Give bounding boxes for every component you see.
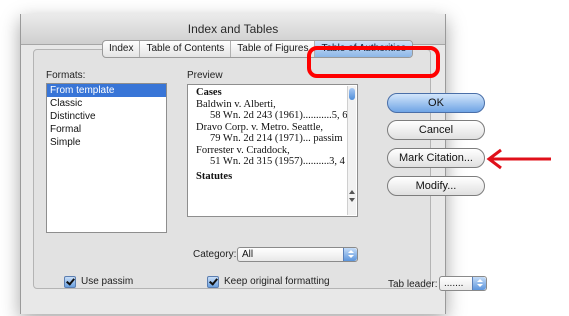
formats-list[interactable]: From template Classic Distinctive Formal…	[46, 83, 167, 233]
pointer-arrow-icon	[486, 148, 551, 170]
category-select[interactable]: All	[237, 247, 358, 262]
tab-leader-label: Tab leader:	[388, 279, 438, 290]
format-item-formal[interactable]: Formal	[47, 123, 166, 136]
highlight-annotation-box	[307, 46, 440, 78]
tab-leader-select[interactable]: .......	[439, 276, 487, 291]
use-passim-label: Use passim	[81, 276, 134, 287]
preview-case-name: Dravo Corp. v. Metro. Seattle,	[196, 121, 324, 133]
preview-citation: 79 Wn. 2d 214 (1971)... passim	[210, 133, 343, 144]
scroll-up-arrow-icon[interactable]	[349, 190, 355, 194]
category-label: Category:	[193, 249, 237, 260]
modify-button[interactable]: Modify...	[387, 176, 485, 196]
preview-heading-statutes: Statutes	[196, 170, 233, 182]
format-item-from-template[interactable]: From template	[47, 84, 166, 97]
preview-heading-cases: Cases	[196, 87, 222, 98]
tab-table-of-contents[interactable]: Table of Contents	[140, 41, 232, 57]
mark-citation-button[interactable]: Mark Citation...	[387, 148, 485, 168]
scroll-down-arrow-icon[interactable]	[349, 198, 355, 202]
cancel-button[interactable]: Cancel	[387, 120, 485, 140]
formats-label: Formats:	[46, 70, 86, 81]
select-stepper-icon[interactable]	[343, 248, 357, 261]
preview-case-name: Forrester v. Craddock,	[196, 144, 290, 156]
format-item-classic[interactable]: Classic	[47, 97, 166, 110]
preview-case-name: Baldwin v. Alberti,	[196, 98, 276, 110]
format-item-simple[interactable]: Simple	[47, 136, 166, 149]
preview-label: Preview	[187, 70, 223, 81]
tab-table-of-figures[interactable]: Table of Figures	[231, 41, 316, 57]
select-stepper-icon[interactable]	[472, 277, 486, 290]
preview-citation: 58 Wn. 2d 243 (1961)...........5, 6	[210, 110, 348, 121]
preview-scrollbar[interactable]	[347, 86, 356, 215]
category-select-value: All	[242, 249, 254, 260]
tab-index[interactable]: Index	[103, 41, 141, 57]
keep-original-formatting-checkbox[interactable]	[207, 276, 219, 288]
format-item-distinctive[interactable]: Distinctive	[47, 110, 166, 123]
keep-original-formatting-label: Keep original formatting	[224, 276, 330, 287]
preview-scroll-thumb[interactable]	[349, 88, 355, 100]
preview-pane: Cases Baldwin v. Alberti, 58 Wn. 2d 243 …	[187, 84, 358, 217]
ok-button[interactable]: OK	[387, 93, 485, 113]
tab-leader-value: .......	[444, 278, 464, 289]
use-passim-checkbox[interactable]	[64, 276, 76, 288]
preview-citation: 51 Wn. 2d 315 (1957)..........3, 4	[210, 156, 345, 167]
